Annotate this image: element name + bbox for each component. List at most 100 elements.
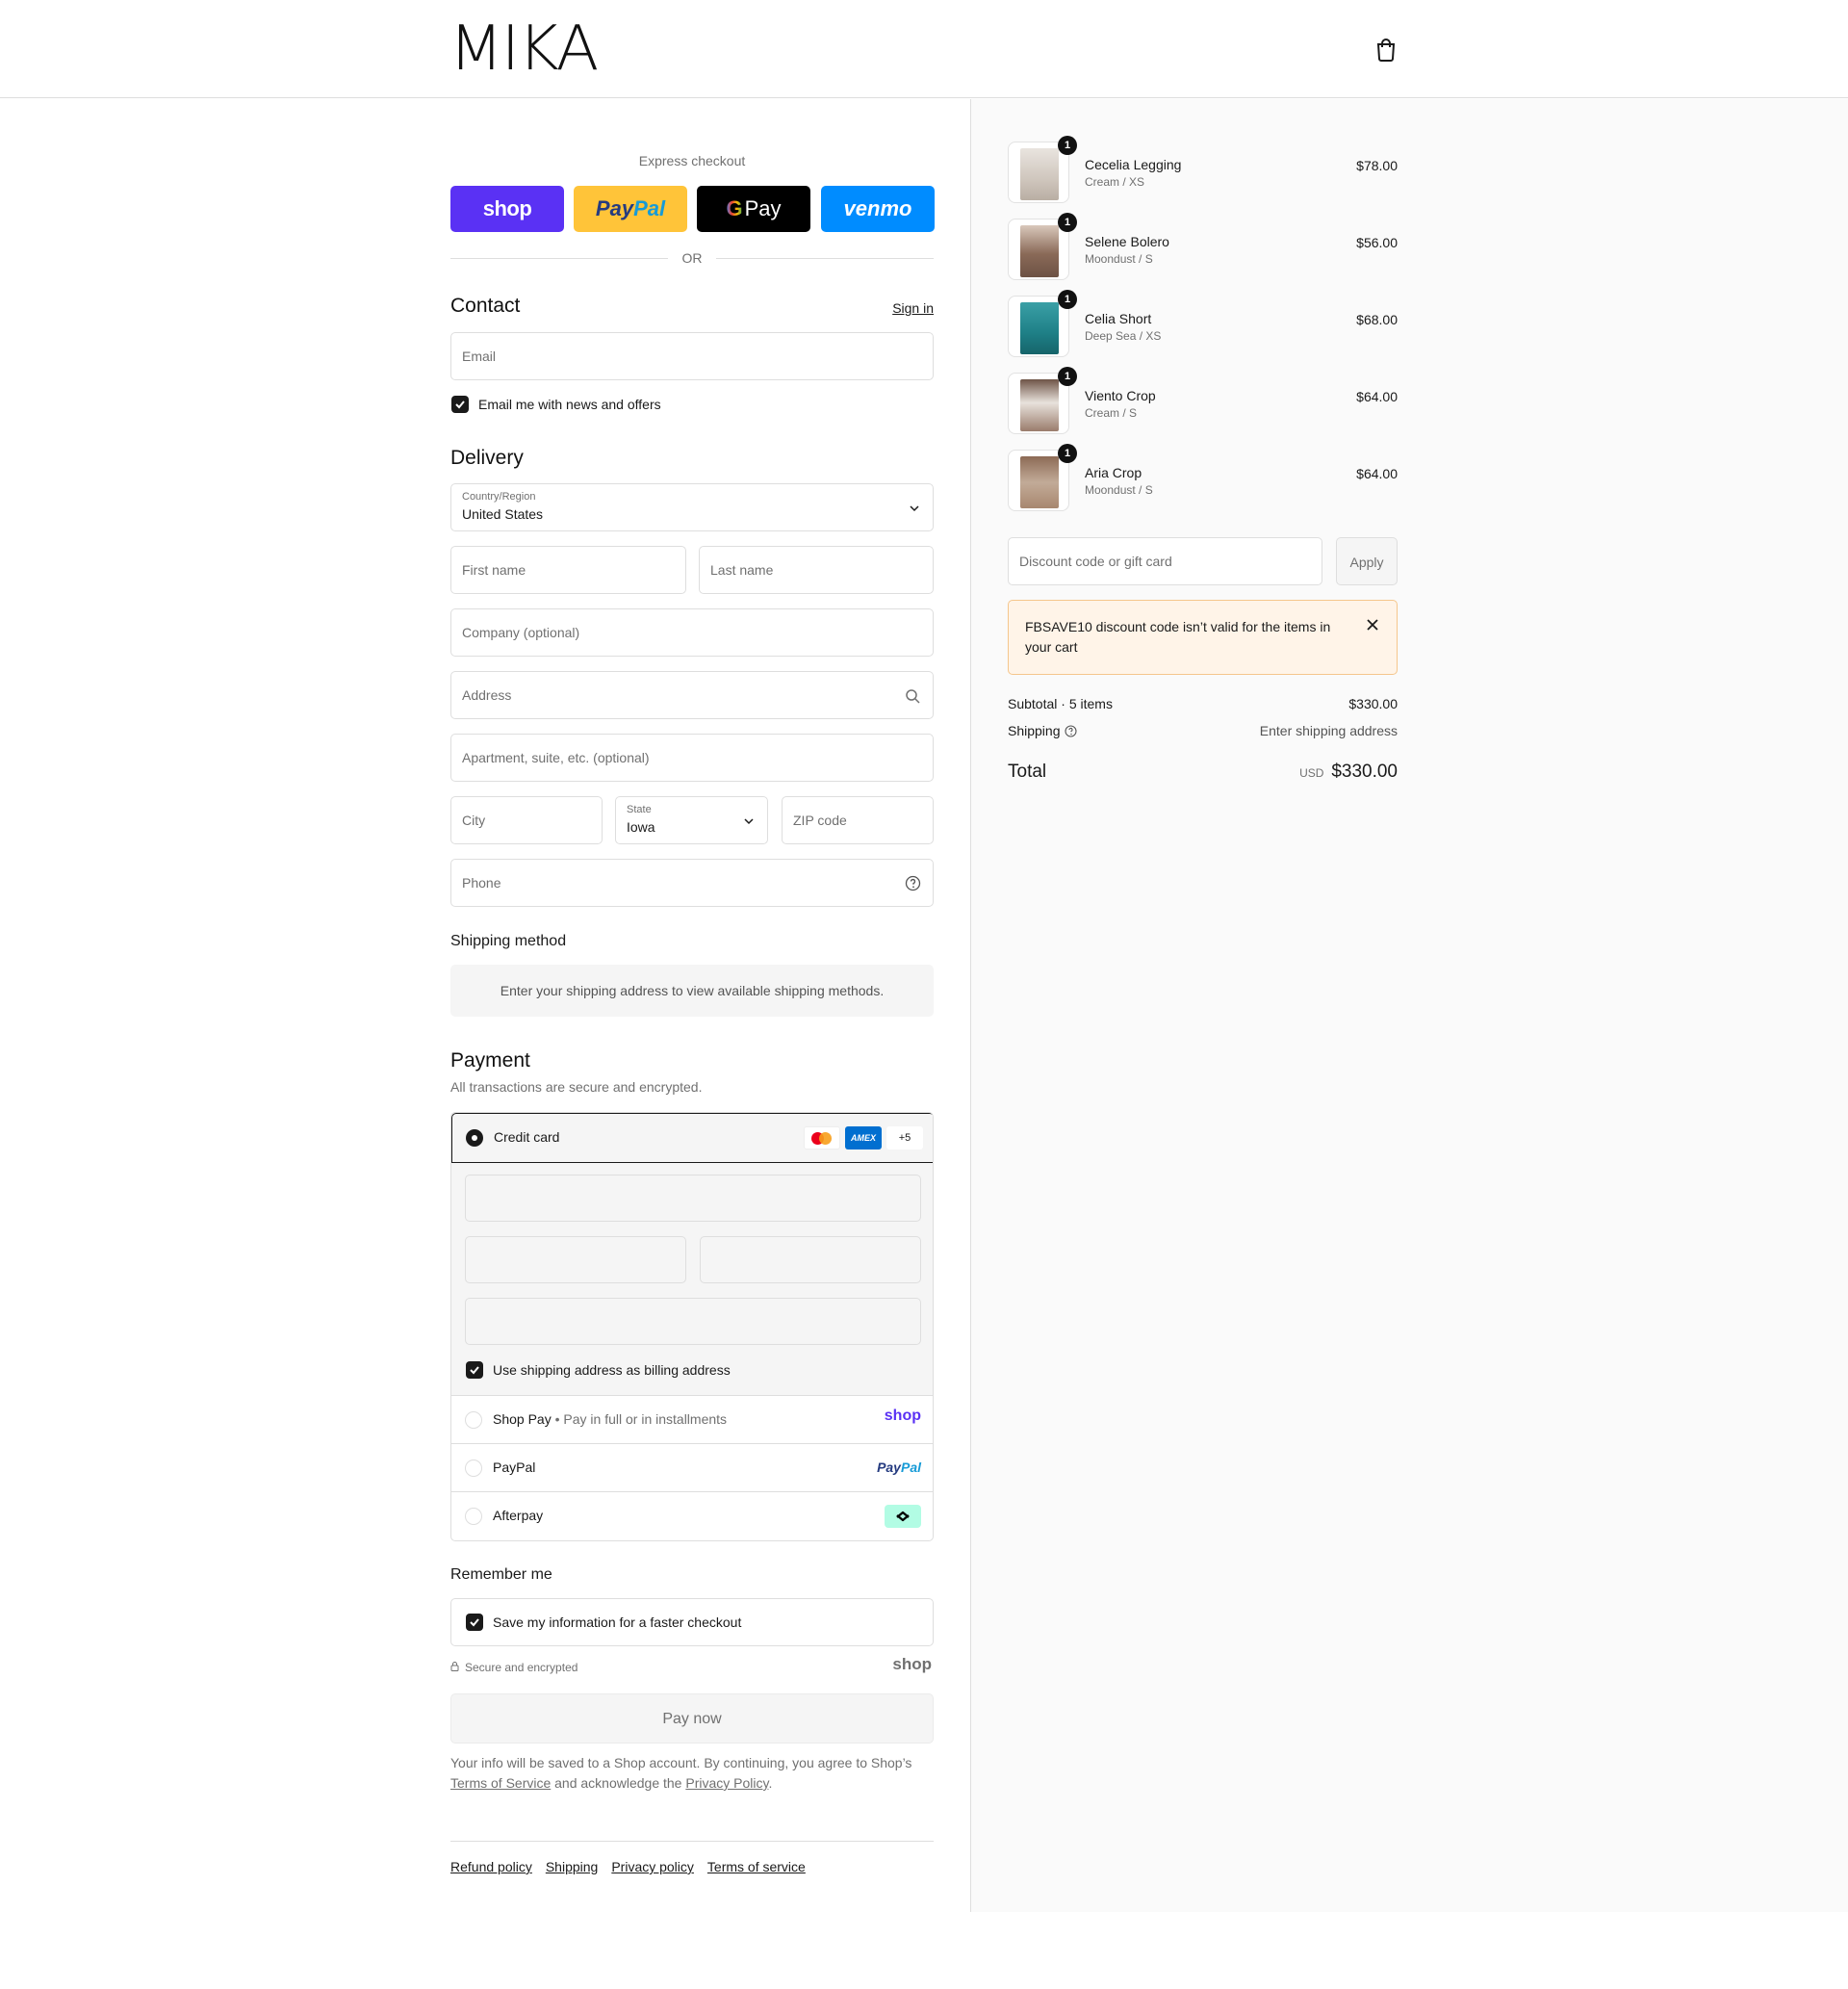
subtotal-value: $330.00 (1348, 696, 1398, 711)
company-field[interactable]: Company (optional) (450, 608, 934, 657)
legal-text-part1: Your info will be saved to a Shop accoun… (450, 1755, 912, 1770)
footer-divider (450, 1841, 934, 1842)
last-name-placeholder: Last name (710, 562, 774, 578)
payment-heading: Payment (450, 1049, 530, 1072)
cart-item: 1 Viento Crop Cream / S $64.00 (1008, 367, 1398, 434)
item-variant: Cream / XS (1085, 175, 1145, 189)
cart-item: 1 Aria Crop Moondust / S $64.00 (1008, 444, 1398, 511)
shop-pay-option[interactable]: Shop Pay • Pay in full or in installment… (451, 1396, 933, 1444)
venmo-express-button[interactable]: venmo (821, 186, 935, 232)
item-name: Celia Short (1085, 311, 1152, 326)
save-info-checkbox[interactable] (466, 1614, 483, 1631)
item-variant: Moondust / S (1085, 483, 1153, 497)
zip-placeholder: ZIP code (793, 813, 847, 828)
remember-me-box: Save my information for a faster checkou… (450, 1598, 934, 1646)
credit-card-radio[interactable] (466, 1129, 483, 1147)
afterpay-radio[interactable] (465, 1508, 482, 1525)
subtotal-label: Subtotal · 5 items (1008, 696, 1113, 711)
state-label: State (627, 804, 652, 815)
total-label: Total (1008, 762, 1047, 782)
paypal-logo-pal: Pal (900, 1459, 921, 1475)
phone-placeholder: Phone (462, 875, 501, 891)
shop-privacy-link[interactable]: Privacy Policy (685, 1775, 768, 1791)
privacy-policy-link[interactable]: Privacy policy (611, 1859, 694, 1874)
item-variant: Cream / S (1085, 406, 1138, 420)
company-placeholder: Company (optional) (462, 625, 580, 640)
item-name: Selene Bolero (1085, 234, 1169, 249)
city-field[interactable]: City (450, 796, 603, 844)
paypal-logo-pal: Pal (633, 196, 666, 220)
phone-field[interactable]: Phone (450, 859, 934, 907)
state-select[interactable]: State Iowa (615, 796, 768, 844)
newsletter-checkbox[interactable] (451, 396, 469, 413)
name-on-card-field[interactable] (465, 1298, 921, 1345)
gpay-label: Pay (744, 196, 782, 220)
country-value: United States (462, 506, 544, 522)
security-code-field[interactable] (700, 1236, 921, 1283)
afterpay-option[interactable]: Afterpay (451, 1492, 933, 1540)
billing-same-checkbox[interactable] (466, 1361, 483, 1379)
product-image (1020, 302, 1059, 354)
shop-terms-link[interactable]: Terms of Service (450, 1775, 551, 1791)
shop-logo-text: shop (482, 196, 532, 220)
pay-now-button[interactable]: Pay now (450, 1693, 934, 1744)
expiration-date-field[interactable] (465, 1236, 686, 1283)
shopping-bag-icon[interactable] (1374, 37, 1398, 62)
paypal-label: PayPal (493, 1459, 536, 1475)
item-variant: Moondust / S (1085, 252, 1153, 266)
state-value: Iowa (627, 819, 655, 835)
address-placeholder: Address (462, 687, 512, 703)
item-price: $64.00 (1356, 466, 1398, 481)
help-circle-icon[interactable] (905, 875, 921, 891)
footer-links: Refund policy Shipping Privacy policy Te… (450, 1859, 806, 1874)
sign-in-link[interactable]: Sign in (892, 300, 934, 316)
address-field[interactable]: Address (450, 671, 934, 719)
close-icon[interactable] (1366, 618, 1379, 632)
first-name-field[interactable]: First name (450, 546, 686, 594)
email-placeholder: Email (462, 349, 497, 364)
item-price: $78.00 (1356, 158, 1398, 173)
contact-heading: Contact (450, 295, 521, 317)
shipping-policy-link[interactable]: Shipping (546, 1859, 599, 1874)
quantity-badge: 1 (1058, 367, 1077, 386)
delivery-heading: Delivery (450, 447, 524, 469)
card-number-field[interactable] (465, 1175, 921, 1222)
terms-of-service-link[interactable]: Terms of service (707, 1859, 806, 1874)
apply-discount-button[interactable]: Apply (1336, 537, 1398, 585)
zip-field[interactable]: ZIP code (782, 796, 934, 844)
email-field[interactable]: Email (450, 332, 934, 380)
paypal-radio[interactable] (465, 1459, 482, 1477)
item-name: Viento Crop (1085, 388, 1156, 403)
chevron-down-icon (744, 818, 754, 825)
afterpay-label: Afterpay (493, 1508, 544, 1523)
legal-text: Your info will be saved to a Shop accoun… (450, 1753, 934, 1794)
apartment-placeholder: Apartment, suite, etc. (optional) (462, 750, 650, 765)
store-logo[interactable]: MIKA (449, 13, 599, 85)
country-label: Country/Region (462, 491, 536, 503)
country-select[interactable]: Country/Region United States (450, 483, 934, 531)
paypal-option[interactable]: PayPal PayPal (451, 1444, 933, 1492)
save-info-label: Save my information for a faster checkou… (493, 1614, 742, 1630)
amex-icon: AMEX (845, 1126, 882, 1149)
google-pay-express-button[interactable]: G Pay (697, 186, 810, 232)
product-image (1020, 456, 1059, 508)
credit-card-form: Use shipping address as billing address (451, 1163, 933, 1396)
venmo-logo-text: venmo (843, 196, 912, 220)
cart-item: 1 Cecelia Legging Cream / XS $78.00 (1008, 136, 1398, 203)
refund-policy-link[interactable]: Refund policy (450, 1859, 532, 1874)
or-divider: OR (450, 248, 934, 268)
legal-text-part3: . (768, 1775, 773, 1791)
discount-code-field[interactable]: Discount code or gift card (1008, 537, 1322, 585)
mastercard-icon (804, 1126, 840, 1149)
help-circle-icon[interactable] (1065, 725, 1077, 737)
shop-pay-label: Shop Pay (493, 1411, 552, 1427)
paypal-express-button[interactable]: Pay Pal (574, 186, 687, 232)
last-name-field[interactable]: Last name (699, 546, 934, 594)
shop-pay-express-button[interactable]: shop (450, 186, 564, 232)
shop-pay-sub: Pay in full or in installments (563, 1411, 728, 1427)
billing-same-label: Use shipping address as billing address (493, 1362, 731, 1378)
chevron-down-icon (910, 505, 919, 512)
apartment-field[interactable]: Apartment, suite, etc. (optional) (450, 734, 934, 782)
shop-pay-radio[interactable] (465, 1411, 482, 1429)
credit-card-option[interactable]: Credit card AMEX +5 (451, 1113, 933, 1163)
